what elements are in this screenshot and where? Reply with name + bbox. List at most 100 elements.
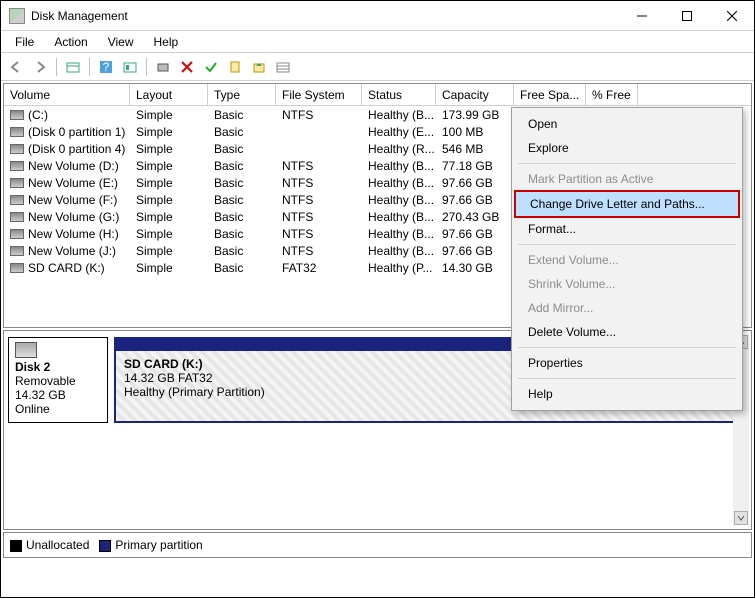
ctx-delete[interactable]: Delete Volume... [514,320,740,344]
ctx-change-drive-letter[interactable]: Change Drive Letter and Paths... [514,190,740,218]
menu-view[interactable]: View [100,33,142,51]
cell-status: Healthy (B... [362,244,436,258]
cell-layout: Simple [130,227,208,241]
refresh-icon [156,60,170,74]
maximize-icon [682,11,692,21]
col-type[interactable]: Type [208,84,276,105]
col-pctfree[interactable]: % Free [586,84,638,105]
cell-capacity: 173.99 GB [436,108,514,122]
panel-icon [66,60,80,74]
cell-capacity: 97.66 GB [436,244,514,258]
ctx-explore[interactable]: Explore [514,136,740,160]
disk-size: 14.32 GB [15,388,101,402]
cell-volume: New Volume (D:) [28,159,119,173]
cell-fs: NTFS [276,193,362,207]
window-title: Disk Management [31,9,619,23]
forward-button[interactable] [29,56,51,78]
cell-type: Basic [208,261,276,275]
menu-action[interactable]: Action [46,33,95,51]
volume-icon [10,127,24,137]
context-menu: Open Explore Mark Partition as Active Ch… [511,107,743,411]
cell-capacity: 77.18 GB [436,159,514,173]
col-filesystem[interactable]: File System [276,84,362,105]
cell-type: Basic [208,244,276,258]
table-header: Volume Layout Type File System Status Ca… [4,84,751,106]
help-icon: ? [99,60,113,74]
cell-fs: NTFS [276,244,362,258]
svg-text:?: ? [103,60,110,74]
cell-layout: Simple [130,261,208,275]
separator [146,58,147,76]
cell-volume: (Disk 0 partition 4) [28,142,125,156]
volume-icon [10,212,24,222]
col-layout[interactable]: Layout [130,84,208,105]
disk-label[interactable]: Disk 2 Removable 14.32 GB Online [8,337,108,423]
cell-capacity: 97.66 GB [436,176,514,190]
chevron-down-icon [737,514,745,522]
cell-capacity: 97.66 GB [436,193,514,207]
separator [89,58,90,76]
col-freespace[interactable]: Free Spa... [514,84,586,105]
menu-help[interactable]: Help [146,33,187,51]
col-status[interactable]: Status [362,84,436,105]
volume-icon [10,178,24,188]
col-spacer [638,84,751,105]
legend: Unallocated Primary partition [3,532,752,558]
cell-status: Healthy (B... [362,210,436,224]
col-capacity[interactable]: Capacity [436,84,514,105]
ctx-properties[interactable]: Properties [514,351,740,375]
properties-button[interactable] [224,56,246,78]
separator [518,347,736,348]
col-volume[interactable]: Volume [4,84,130,105]
volume-icon [10,246,24,256]
minimize-button[interactable] [619,2,664,30]
cell-fs: NTFS [276,159,362,173]
ctx-mirror: Add Mirror... [514,296,740,320]
cell-type: Basic [208,227,276,241]
swatch-primary [99,540,111,552]
toolbar: ? [1,53,754,81]
cell-volume: New Volume (E:) [28,176,118,190]
close-button[interactable] [709,2,754,30]
cell-capacity: 97.66 GB [436,227,514,241]
check-button[interactable] [200,56,222,78]
cell-status: Healthy (R... [362,142,436,156]
volume-icon [10,263,24,273]
action-button[interactable] [248,56,270,78]
cell-volume: (C:) [28,108,48,122]
delete-button[interactable] [176,56,198,78]
back-button[interactable] [5,56,27,78]
cell-status: Healthy (E... [362,125,436,139]
menu-file[interactable]: File [7,33,42,51]
ctx-format[interactable]: Format... [514,217,740,241]
disk-name: Disk 2 [15,360,50,374]
ctx-open[interactable]: Open [514,112,740,136]
cell-volume: New Volume (F:) [28,193,117,207]
delete-icon [180,60,194,74]
ctx-help[interactable]: Help [514,382,740,406]
show-hide-button[interactable] [62,56,84,78]
volume-icon [10,195,24,205]
maximize-button[interactable] [664,2,709,30]
settings-button[interactable] [119,56,141,78]
cell-capacity: 14.30 GB [436,261,514,275]
cell-status: Healthy (B... [362,159,436,173]
help-button[interactable]: ? [95,56,117,78]
minimize-icon [637,11,647,21]
disk-state: Online [15,402,101,416]
cell-layout: Simple [130,193,208,207]
scroll-down-button[interactable] [734,511,748,525]
cell-fs: NTFS [276,176,362,190]
cell-layout: Simple [130,244,208,258]
harddisk-icon [15,342,37,358]
cell-volume: (Disk 0 partition 1) [28,125,125,139]
ctx-mark-active: Mark Partition as Active [514,167,740,191]
back-icon [9,60,23,74]
list-button[interactable] [272,56,294,78]
titlebar: Disk Management [1,1,754,31]
cell-layout: Simple [130,159,208,173]
refresh-button[interactable] [152,56,174,78]
check-icon [204,60,218,74]
cell-layout: Simple [130,125,208,139]
volume-icon [10,110,24,120]
